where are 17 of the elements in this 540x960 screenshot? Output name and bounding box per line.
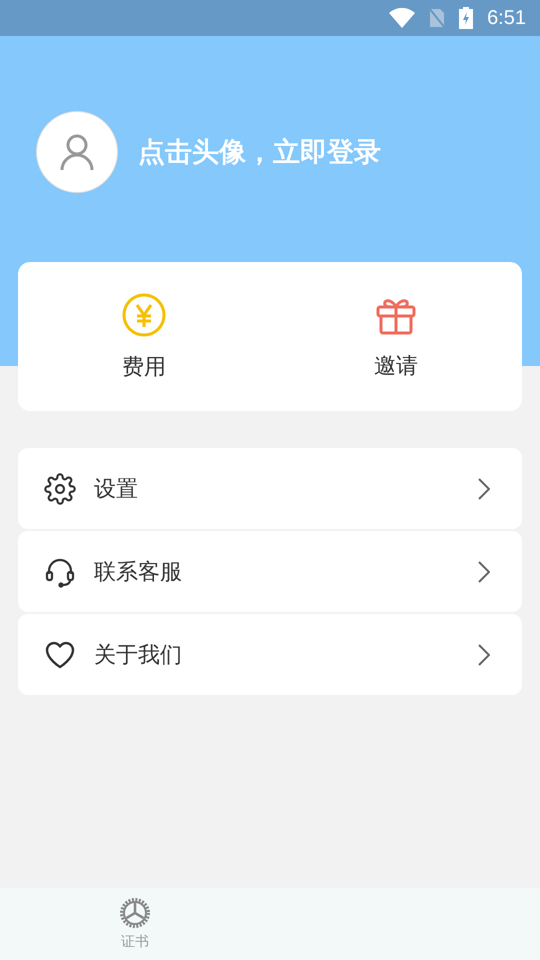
yen-coin-icon bbox=[121, 292, 167, 338]
wifi-icon bbox=[389, 8, 416, 28]
gear-wheel-icon bbox=[119, 897, 151, 929]
chevron-right-icon bbox=[478, 478, 490, 500]
no-sim-icon bbox=[429, 8, 446, 28]
menu-item[interactable]: 设置 bbox=[18, 448, 522, 529]
chevron-right-icon bbox=[478, 644, 490, 666]
status-time: 6:51 bbox=[487, 6, 526, 30]
settings-icon bbox=[44, 472, 76, 504]
person-icon bbox=[59, 133, 95, 171]
menu-item[interactable]: 联系客服 bbox=[18, 531, 522, 612]
menu-item[interactable]: 关于我们 bbox=[18, 614, 522, 695]
heart-icon bbox=[44, 640, 76, 670]
quick-action-button[interactable]: 费用 bbox=[18, 262, 270, 411]
quick-action-button[interactable]: 邀请 bbox=[270, 262, 522, 411]
battery-charging-icon bbox=[459, 7, 474, 29]
chevron-right-icon bbox=[478, 560, 490, 582]
